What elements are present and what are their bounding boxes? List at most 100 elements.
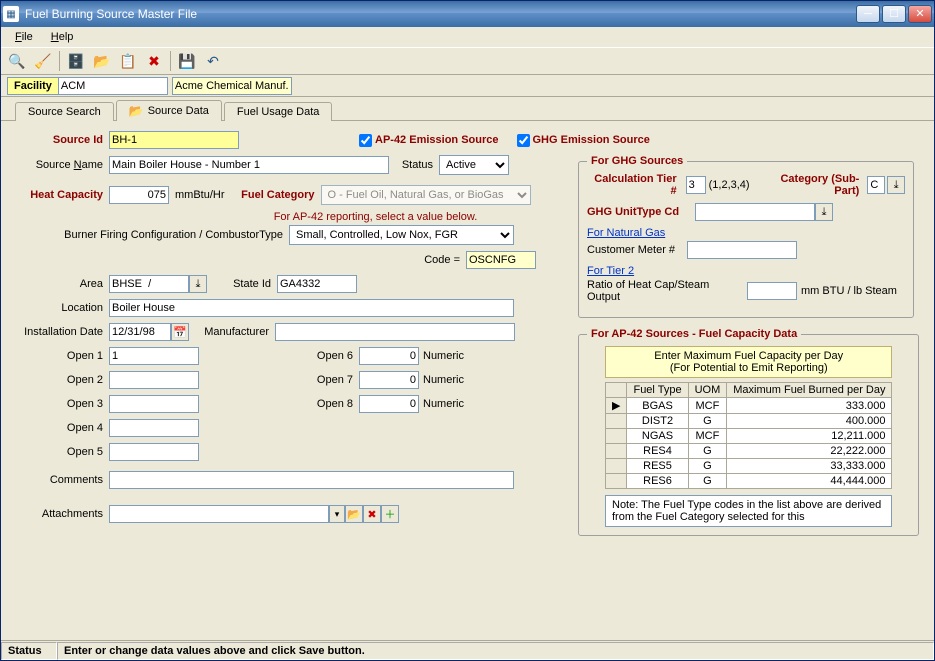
ratio-uom: mm BTU / lb Steam xyxy=(797,285,897,297)
menu-help[interactable]: Help xyxy=(43,29,82,45)
ghg-checkbox[interactable]: GHG Emission Source xyxy=(517,134,650,147)
status-select[interactable]: Active xyxy=(439,155,509,175)
facility-code-input[interactable] xyxy=(58,77,168,95)
ap42-legend: For AP-42 Sources - Fuel Capacity Data xyxy=(587,328,801,340)
undo-button[interactable]: ↶ xyxy=(201,50,225,72)
tab-source-data[interactable]: 📂Source Data xyxy=(116,100,222,121)
ap42-fieldset: For AP-42 Sources - Fuel Capacity Data E… xyxy=(578,328,919,536)
source-id-input[interactable] xyxy=(109,131,239,149)
ratio-label: Ratio of Heat Cap/Steam Output xyxy=(587,279,747,303)
titlebar: ▦ Fuel Burning Source Master File ─ ☐ ✕ xyxy=(1,1,934,27)
install-input[interactable] xyxy=(109,323,171,341)
toolbar-separator xyxy=(170,51,171,71)
open5-input[interactable] xyxy=(109,443,199,461)
open8-input[interactable] xyxy=(359,395,419,413)
area-input[interactable] xyxy=(109,275,189,293)
attach-open-button[interactable]: 📂 xyxy=(345,505,363,523)
fuel-capacity-table[interactable]: Fuel Type UOM Maximum Fuel Burned per Da… xyxy=(605,382,892,489)
natural-gas-link[interactable]: For Natural Gas xyxy=(587,227,665,239)
ratio-input[interactable] xyxy=(747,282,797,300)
maximize-button[interactable]: ☐ xyxy=(882,5,906,23)
ap42-hint: For AP-42 reporting, select a value belo… xyxy=(274,211,478,223)
status-label: Status xyxy=(389,159,439,171)
table-row[interactable]: ▶BGASMCF333.000 xyxy=(606,398,892,414)
clear-button[interactable]: 🧹 xyxy=(31,50,55,72)
source-id-label: Source Id xyxy=(19,134,109,146)
open8-label: Open 8 xyxy=(219,398,359,410)
unit-label: GHG UnitType Cd xyxy=(587,206,695,218)
heatcap-label: Heat Capacity xyxy=(19,189,109,201)
fuelcat-select: O - Fuel Oil, Natural Gas, or BioGas xyxy=(321,185,531,205)
menu-file[interactable]: File xyxy=(7,29,41,45)
ap42-checkbox[interactable]: AP-42 Emission Source xyxy=(359,134,499,147)
calendar-button[interactable]: 📅 xyxy=(171,323,189,341)
cat-input[interactable] xyxy=(867,176,885,194)
area-lookup-button[interactable]: ⤓ xyxy=(189,275,207,293)
meter-input[interactable] xyxy=(687,241,797,259)
delete-button[interactable]: ✖ xyxy=(142,50,166,72)
tier-hint: (1,2,3,4) xyxy=(709,179,750,191)
toolbar-separator xyxy=(59,51,60,71)
open-button[interactable]: 📂 xyxy=(90,50,114,72)
open5-label: Open 5 xyxy=(19,446,109,458)
table-row[interactable]: NGASMCF12,211.000 xyxy=(606,429,892,444)
open4-input[interactable] xyxy=(109,419,199,437)
source-name-input[interactable] xyxy=(109,156,389,174)
content: Source Id AP-42 Emission Source GHG Emis… xyxy=(1,121,934,640)
open3-label: Open 3 xyxy=(19,398,109,410)
find-button[interactable]: 🔍 xyxy=(5,50,29,72)
table-row[interactable]: RES5G33,333.000 xyxy=(606,459,892,474)
location-label: Location xyxy=(19,302,109,314)
open7-label: Open 7 xyxy=(219,374,359,386)
stateid-input[interactable] xyxy=(277,275,357,293)
unit-input[interactable] xyxy=(695,203,815,221)
col-fueltype: Fuel Type xyxy=(627,383,688,398)
open4-label: Open 4 xyxy=(19,422,109,434)
heatcap-uom: mmBtu/Hr xyxy=(169,189,231,201)
db-button[interactable]: 🗄️ xyxy=(64,50,88,72)
numeric-label: Numeric xyxy=(419,350,464,362)
facility-label: Facility xyxy=(7,77,58,95)
comments-input[interactable] xyxy=(109,471,514,489)
ghg-legend: For GHG Sources xyxy=(587,155,687,167)
attach-input[interactable] xyxy=(109,505,329,523)
manuf-input[interactable] xyxy=(275,323,515,341)
tab-source-search[interactable]: Source Search xyxy=(15,102,114,121)
copy-button[interactable]: 📋 xyxy=(116,50,140,72)
ap42-note: Note: The Fuel Type codes in the list ab… xyxy=(605,495,892,527)
tier-input[interactable] xyxy=(686,176,706,194)
open2-input[interactable] xyxy=(109,371,199,389)
code-label: Code = xyxy=(416,254,466,266)
folder-icon: 📂 xyxy=(129,104,144,118)
burner-label: Burner Firing Configuration / CombustorT… xyxy=(19,229,289,241)
table-row[interactable]: RES4G22,222.000 xyxy=(606,444,892,459)
numeric-label: Numeric xyxy=(419,398,464,410)
burner-select[interactable]: Small, Controlled, Low Nox, FGR xyxy=(289,225,514,245)
save-button[interactable]: 💾 xyxy=(175,50,199,72)
window-title: Fuel Burning Source Master File xyxy=(23,7,852,21)
close-button[interactable]: ✕ xyxy=(908,5,932,23)
attach-dropdown[interactable]: ▾ xyxy=(329,505,345,523)
attach-add-button[interactable]: ＋ xyxy=(381,505,399,523)
open1-input[interactable] xyxy=(109,347,199,365)
cat-lookup-button[interactable]: ⤓ xyxy=(887,176,905,194)
tier2-link[interactable]: For Tier 2 xyxy=(587,265,634,277)
unit-lookup-button[interactable]: ⤓ xyxy=(815,203,833,221)
table-row[interactable]: RES6G44,444.000 xyxy=(606,474,892,489)
stateid-label: State Id xyxy=(207,278,277,290)
attach-delete-button[interactable]: ✖ xyxy=(363,505,381,523)
open2-label: Open 2 xyxy=(19,374,109,386)
minimize-button[interactable]: ─ xyxy=(856,5,880,23)
table-row[interactable]: DIST2G400.000 xyxy=(606,414,892,429)
code-input xyxy=(466,251,536,269)
tabbar: Source Search 📂Source Data Fuel Usage Da… xyxy=(1,97,934,121)
open6-label: Open 6 xyxy=(219,350,359,362)
tab-fuel-usage[interactable]: Fuel Usage Data xyxy=(224,102,333,121)
open3-input[interactable] xyxy=(109,395,199,413)
open6-input[interactable] xyxy=(359,347,419,365)
heatcap-input[interactable] xyxy=(109,186,169,204)
tier-label: Calculation Tier # xyxy=(587,173,683,197)
manuf-label: Manufacturer xyxy=(189,326,275,338)
open7-input[interactable] xyxy=(359,371,419,389)
location-input[interactable] xyxy=(109,299,514,317)
